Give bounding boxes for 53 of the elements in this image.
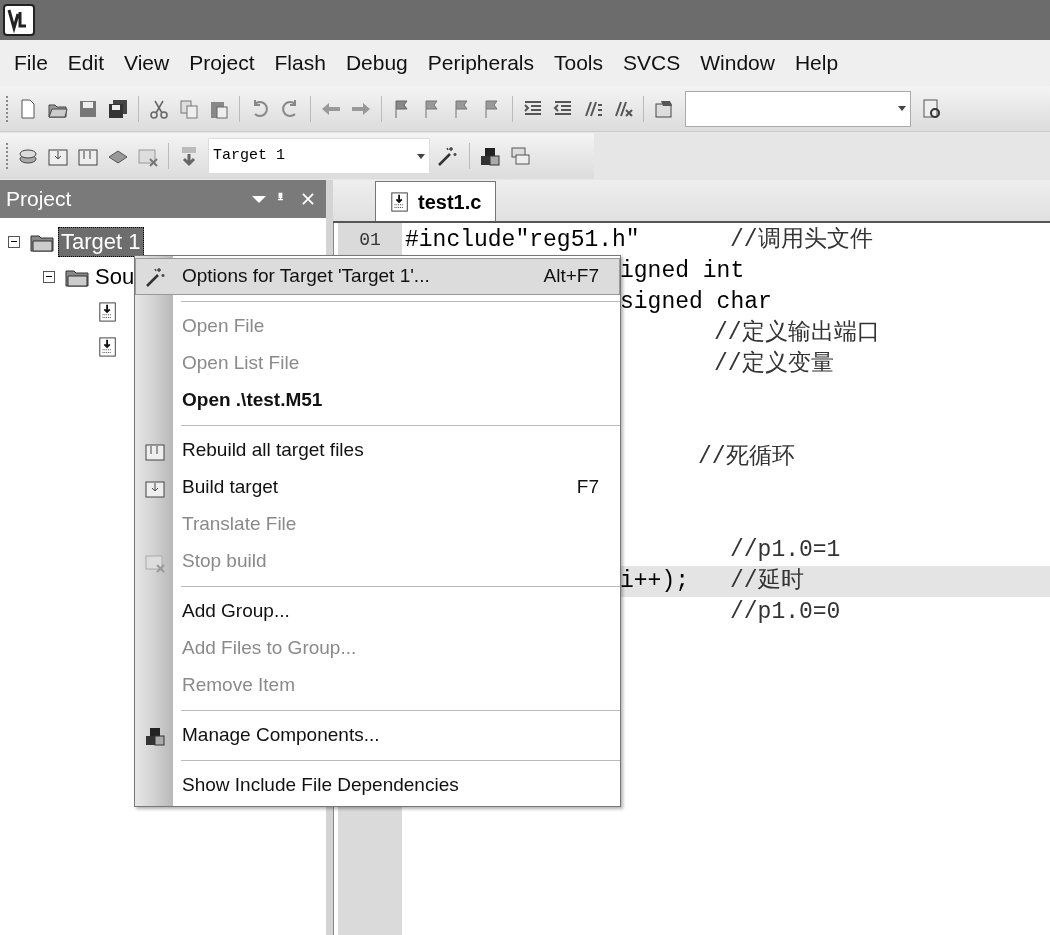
source-file-icon	[98, 335, 118, 358]
menu-item[interactable]: Window	[690, 47, 785, 79]
close-icon[interactable]	[300, 191, 316, 207]
menu-item[interactable]: Peripherals	[417, 47, 544, 79]
dropdown-caret-icon	[417, 153, 425, 159]
code-text: i++);	[620, 567, 690, 597]
tree-item[interactable]: Sou	[93, 262, 137, 291]
menu-item[interactable]: Project	[179, 47, 265, 79]
menu-item[interactable]: Tools	[544, 47, 614, 79]
document-search-icon[interactable]	[921, 97, 943, 120]
menu-item[interactable]: Flash	[264, 47, 336, 79]
menu-item[interactable]: File	[4, 47, 58, 79]
save-all-icon[interactable]	[107, 97, 129, 120]
menu-item[interactable]: Open .\test.M51	[135, 382, 620, 419]
code-comment: //定义输出端口	[714, 318, 880, 349]
menu-item[interactable]: Debug	[335, 47, 418, 79]
editor-tab[interactable]: test1.c	[375, 181, 497, 221]
source-file-icon	[98, 300, 118, 323]
menu-item[interactable]: Manage Components...	[135, 717, 620, 754]
copy-icon[interactable]	[178, 97, 200, 120]
collapse-toggle[interactable]	[43, 270, 55, 283]
code-text: igned int	[620, 257, 745, 287]
line-number: 01	[359, 229, 381, 252]
menu-item[interactable]: Help	[784, 47, 849, 79]
components-icon[interactable]	[479, 145, 501, 167]
menu-item[interactable]: Edit	[57, 47, 115, 79]
app-logo-icon	[3, 4, 35, 36]
magic-wand-icon	[144, 265, 166, 288]
code-comment: //p1.0=0	[730, 598, 841, 628]
menu-item[interactable]: SVCS	[613, 47, 691, 79]
magic-wand-icon[interactable]	[436, 145, 458, 167]
find-combo-box[interactable]	[685, 90, 911, 127]
code-text: #include"reg51.h"	[405, 226, 641, 256]
collapse-toggle[interactable]	[8, 235, 20, 248]
tree-item[interactable]: Target 1	[58, 226, 144, 257]
menu-item[interactable]: Add Group...	[135, 593, 620, 630]
code-comment: //死循环	[698, 443, 795, 473]
code-comment: //调用头文件	[730, 226, 873, 256]
target-select[interactable]: Target 1	[208, 138, 430, 174]
dropdown-caret-icon	[898, 106, 906, 111]
menu-item[interactable]: Options for Target 'Target 1'... Alt+F7	[135, 258, 620, 295]
windows-icon[interactable]	[509, 145, 531, 167]
file-icon	[390, 190, 410, 213]
code-comment: //延时	[730, 567, 804, 597]
menu-item[interactable]: View	[114, 47, 180, 79]
menu-item[interactable]: Rebuild all target files	[135, 432, 620, 469]
code-text: signed char	[620, 288, 772, 318]
dropdown-caret-icon[interactable]	[252, 195, 266, 203]
code-comment: //定义变量	[714, 349, 834, 380]
panel-title: Project	[6, 186, 72, 213]
menu-item[interactable]: Show Include File Dependencies	[135, 767, 620, 804]
code-comment: //p1.0=1	[730, 536, 841, 566]
menu-item[interactable]: Build target F7	[135, 469, 620, 506]
